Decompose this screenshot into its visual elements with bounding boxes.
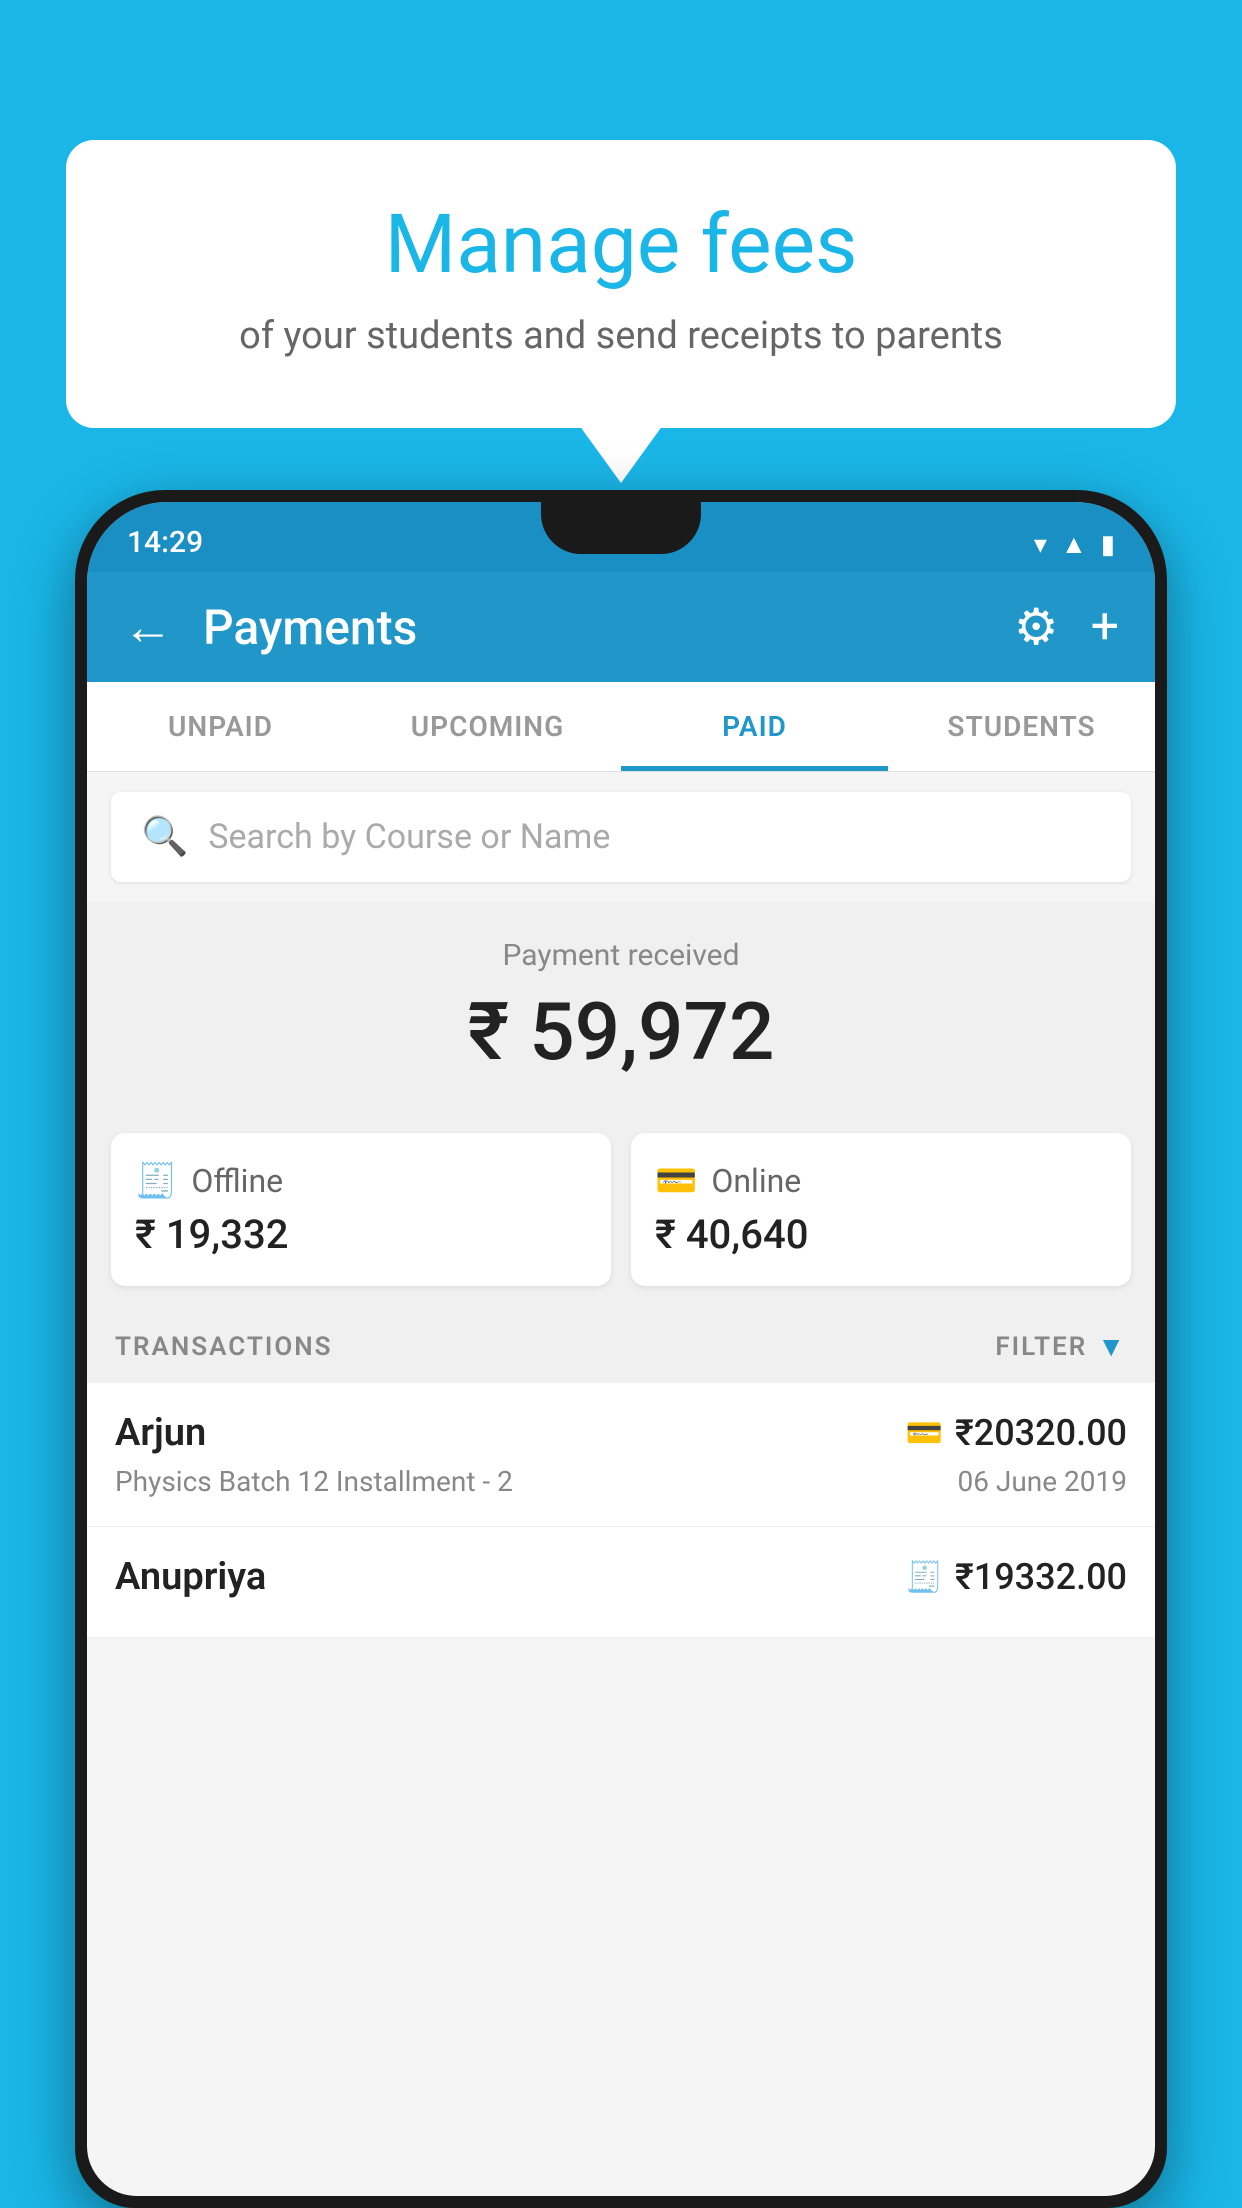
online-payment-card: 💳 Online ₹ 40,640 <box>631 1133 1131 1286</box>
offline-card-header: 🧾 Offline <box>135 1161 587 1201</box>
wifi-icon: ▾ <box>1034 530 1047 560</box>
payment-cards: 🧾 Offline ₹ 19,332 💳 Online ₹ 40,640 <box>87 1109 1155 1310</box>
app-bar: ← Payments ⚙ + <box>87 572 1155 682</box>
bubble-title: Manage fees <box>116 200 1126 290</box>
online-card-header: 💳 Online <box>655 1161 1107 1201</box>
speech-bubble-container: Manage fees of your students and send re… <box>66 140 1176 428</box>
battery-icon: ▮ <box>1101 530 1115 560</box>
transaction-amount-2: ₹19332.00 <box>955 1556 1127 1598</box>
settings-icon[interactable]: ⚙ <box>1014 598 1059 657</box>
table-row[interactable]: Anupriya 🧾 ₹19332.00 <box>87 1527 1155 1638</box>
tab-bar: UNPAID UPCOMING PAID STUDENTS <box>87 682 1155 772</box>
transaction-top-2: Anupriya 🧾 ₹19332.00 <box>115 1555 1127 1599</box>
payment-summary: Payment received ₹ 59,972 <box>87 902 1155 1109</box>
table-row[interactable]: Arjun 💳 ₹20320.00 Physics Batch 12 Insta… <box>87 1383 1155 1527</box>
phone-inner: 14:29 ▾ ▲ ▮ ← Payments ⚙ + UNPAID UPCOMI… <box>87 502 1155 2196</box>
transaction-bottom-1: Physics Batch 12 Installment - 2 06 June… <box>115 1465 1127 1498</box>
transactions-label: TRANSACTIONS <box>115 1332 333 1362</box>
payment-received-label: Payment received <box>111 938 1131 973</box>
search-icon: 🔍 <box>141 815 188 859</box>
transaction-list: Arjun 💳 ₹20320.00 Physics Batch 12 Insta… <box>87 1383 1155 1638</box>
payment-amount: ₹ 59,972 <box>111 985 1131 1079</box>
back-button[interactable]: ← <box>123 598 173 657</box>
signal-icon: ▲ <box>1061 529 1087 560</box>
filter-button[interactable]: FILTER ▼ <box>995 1330 1127 1363</box>
filter-label: FILTER <box>995 1332 1087 1362</box>
transaction-amount-1: ₹20320.00 <box>955 1412 1127 1454</box>
speech-bubble: Manage fees of your students and send re… <box>66 140 1176 428</box>
phone-frame: 14:29 ▾ ▲ ▮ ← Payments ⚙ + UNPAID UPCOMI… <box>75 490 1167 2208</box>
search-bar[interactable]: 🔍 Search by Course or Name <box>111 792 1131 882</box>
offline-payment-card: 🧾 Offline ₹ 19,332 <box>111 1133 611 1286</box>
offline-amount: ₹ 19,332 <box>135 1211 587 1258</box>
status-icons: ▾ ▲ ▮ <box>1034 529 1115 560</box>
transaction-name-1: Arjun <box>115 1411 206 1455</box>
status-time: 14:29 <box>127 525 203 560</box>
add-icon[interactable]: + <box>1091 598 1119 656</box>
tab-students[interactable]: STUDENTS <box>888 682 1155 771</box>
bubble-subtitle: of your students and send receipts to pa… <box>116 314 1126 358</box>
filter-icon: ▼ <box>1097 1330 1127 1363</box>
phone-notch <box>541 502 701 554</box>
transaction-date-1: 06 June 2019 <box>957 1465 1127 1498</box>
search-placeholder: Search by Course or Name <box>208 817 610 857</box>
transactions-header: TRANSACTIONS FILTER ▼ <box>87 1310 1155 1383</box>
transaction-top-1: Arjun 💳 ₹20320.00 <box>115 1411 1127 1455</box>
online-payment-icon-1: 💳 <box>906 1416 943 1451</box>
transaction-name-2: Anupriya <box>115 1555 266 1599</box>
transaction-amount-block-1: 💳 ₹20320.00 <box>906 1412 1127 1454</box>
offline-icon: 🧾 <box>135 1161 177 1201</box>
tab-paid[interactable]: PAID <box>621 682 888 771</box>
tab-upcoming[interactable]: UPCOMING <box>354 682 621 771</box>
online-icon: 💳 <box>655 1161 697 1201</box>
transaction-course-1: Physics Batch 12 Installment - 2 <box>115 1465 513 1498</box>
tab-unpaid[interactable]: UNPAID <box>87 682 354 771</box>
online-label: Online <box>711 1162 801 1200</box>
app-bar-title: Payments <box>203 599 984 656</box>
online-amount: ₹ 40,640 <box>655 1211 1107 1258</box>
offline-payment-icon-2: 🧾 <box>906 1560 943 1595</box>
app-bar-icons: ⚙ + <box>1014 598 1119 657</box>
transaction-amount-block-2: 🧾 ₹19332.00 <box>906 1556 1127 1598</box>
offline-label: Offline <box>191 1162 283 1200</box>
